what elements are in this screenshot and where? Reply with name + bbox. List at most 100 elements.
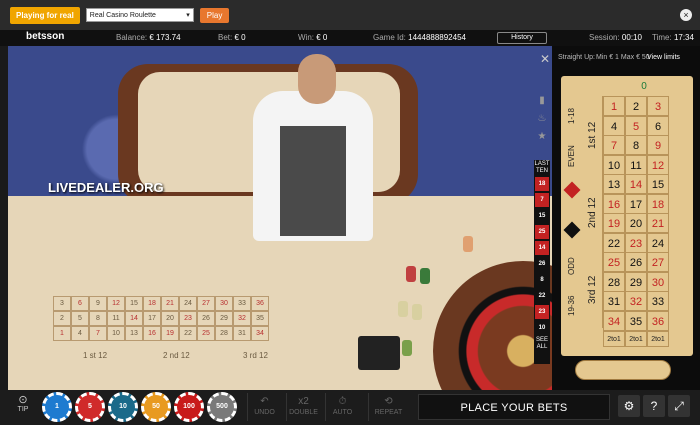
tip-button[interactable]: ⊙ TIP (10, 393, 36, 421)
number-cell[interactable]: 2 (625, 96, 647, 116)
number-cell[interactable]: 35 (625, 310, 647, 331)
undo-button[interactable]: ↶ UNDO (247, 393, 281, 421)
number-cell[interactable]: 29 (625, 271, 647, 292)
session: Session: 00:10 (589, 33, 642, 42)
bet-19-36[interactable]: 19-36 (562, 286, 582, 326)
chip-10[interactable]: 10 (108, 392, 138, 422)
double-label: DOUBLE (289, 409, 318, 416)
number-cell[interactable]: 11 (625, 154, 647, 175)
bet-third-dozen[interactable]: 3rd 12 (583, 252, 603, 328)
felt-cell: 20 (161, 311, 179, 326)
mode-button[interactable]: Playing for real (10, 6, 80, 24)
bet-second-dozen[interactable]: 2nd 12 (583, 174, 603, 252)
bet-odd[interactable]: ODD (562, 246, 582, 286)
bet-red[interactable] (563, 181, 581, 199)
bet-column-2[interactable]: 2to1 (625, 331, 647, 347)
live-video: LIVEDEALER.ORG 3 6 9 12 15 18 21 24 27 3… (8, 46, 552, 390)
number-cell[interactable]: 33 (647, 291, 669, 311)
number-cell[interactable]: 13 (603, 174, 625, 194)
chip-500[interactable]: 500 (207, 392, 237, 422)
zero-cell[interactable]: 0 (613, 80, 675, 94)
number-cell[interactable]: 15 (647, 174, 669, 194)
last-ten-number: 7 (535, 193, 549, 207)
chip-1[interactable]: 1 (42, 392, 72, 422)
history-button[interactable]: History (497, 32, 547, 44)
betting-board[interactable]: 0 1-18 EVEN ODD 19-36 1st 12 2nd 12 3rd … (561, 76, 693, 356)
bet-1-18[interactable]: 1-18 (562, 96, 582, 136)
last-ten-number: 15 (535, 209, 549, 223)
repeat-button[interactable]: ⟲ REPEAT (368, 393, 408, 421)
chip-100[interactable]: 100 (174, 392, 204, 422)
number-cell[interactable]: 19 (603, 213, 625, 233)
number-cell[interactable]: 7 (603, 135, 625, 155)
number-cell[interactable]: 17 (625, 193, 647, 214)
info-bar: betsson Balance: € 173.74 Bet: € 0 Win: … (0, 30, 700, 46)
number-cell[interactable]: 12 (647, 154, 669, 175)
bet-first-dozen[interactable]: 1st 12 (583, 96, 603, 174)
number-cell[interactable]: 8 (625, 135, 647, 155)
win: Win: € 0 (298, 33, 328, 42)
bottom-bar: ⊙ TIP 1 5 10 50 100 500 ↶ UNDO x2 DOUBLE ⏱ AU… (0, 390, 700, 425)
bet-black[interactable] (563, 221, 581, 239)
last-ten-number: 26 (535, 257, 549, 271)
auto-button[interactable]: ⏱ AUTO (325, 393, 359, 421)
number-cell[interactable]: 22 (603, 232, 625, 253)
number-cell[interactable]: 18 (647, 193, 669, 214)
racetrack-bet[interactable] (575, 360, 671, 380)
number-cell[interactable]: 16 (603, 193, 625, 214)
brand-logo: betsson (26, 31, 65, 42)
number-cell[interactable]: 28 (603, 271, 625, 292)
close-icon[interactable]: × (680, 9, 692, 21)
felt-cell: 15 (125, 296, 143, 311)
number-cell[interactable]: 6 (647, 115, 669, 136)
last-ten-number: 22 (535, 289, 549, 303)
gear-icon[interactable]: ⚙ (618, 395, 640, 417)
number-cell[interactable]: 26 (625, 252, 647, 272)
number-cell[interactable]: 30 (647, 271, 669, 292)
bet-column-3[interactable]: 2to1 (647, 331, 669, 347)
see-all-link[interactable]: SEE ALL (534, 337, 550, 351)
number-cell[interactable]: 1 (603, 96, 625, 116)
hot-numbers-icon[interactable]: ♨ (533, 113, 551, 131)
number-cell[interactable]: 27 (647, 252, 669, 272)
chip-5[interactable]: 5 (75, 392, 105, 422)
felt-cell: 25 (197, 326, 215, 341)
fullscreen-icon[interactable]: ⤢ (668, 395, 690, 417)
number-cell[interactable]: 3 (647, 96, 669, 116)
felt-cell: 8 (89, 311, 107, 326)
number-cell[interactable]: 5 (625, 115, 647, 136)
felt-cell: 19 (161, 326, 179, 341)
felt-dozen: 3 rd 12 (243, 351, 268, 360)
felt-cell: 29 (215, 311, 233, 326)
watermark: LIVEDEALER.ORG (48, 180, 164, 195)
last-ten-number: 14 (535, 241, 549, 255)
number-cell[interactable]: 21 (647, 213, 669, 233)
bet-even[interactable]: EVEN (562, 136, 582, 176)
number-cell[interactable]: 34 (603, 310, 625, 331)
play-button[interactable]: Play (199, 7, 230, 23)
number-cell[interactable]: 14 (625, 174, 647, 194)
view-limits-link[interactable]: View limits (647, 54, 680, 61)
bet-column-1[interactable]: 2to1 (603, 331, 625, 347)
number-cell[interactable]: 23 (625, 232, 647, 253)
number-cell[interactable]: 10 (603, 154, 625, 175)
close-icon[interactable]: ✕ (540, 52, 550, 66)
chip-50[interactable]: 50 (141, 392, 171, 422)
double-button[interactable]: x2 DOUBLE (286, 393, 320, 421)
last-ten-number: 23 (535, 305, 549, 319)
help-icon[interactable]: ? (643, 395, 665, 417)
statistics-icon[interactable]: ▮ (533, 95, 551, 113)
undo-icon: ↶ (260, 396, 269, 407)
favourites-icon[interactable]: ★ (533, 131, 551, 149)
number-cell[interactable]: 31 (603, 291, 625, 311)
place-bets-status: PLACE YOUR BETS (418, 394, 610, 420)
game-select[interactable]: Real Casino Roulette ▾ (85, 8, 194, 22)
last-ten-number: 10 (535, 321, 549, 335)
number-cell[interactable]: 20 (625, 213, 647, 233)
number-cell[interactable]: 4 (603, 115, 625, 136)
number-cell[interactable]: 25 (603, 252, 625, 272)
number-cell[interactable]: 36 (647, 310, 669, 331)
number-cell[interactable]: 24 (647, 232, 669, 253)
number-cell[interactable]: 32 (625, 291, 647, 311)
number-cell[interactable]: 9 (647, 135, 669, 155)
